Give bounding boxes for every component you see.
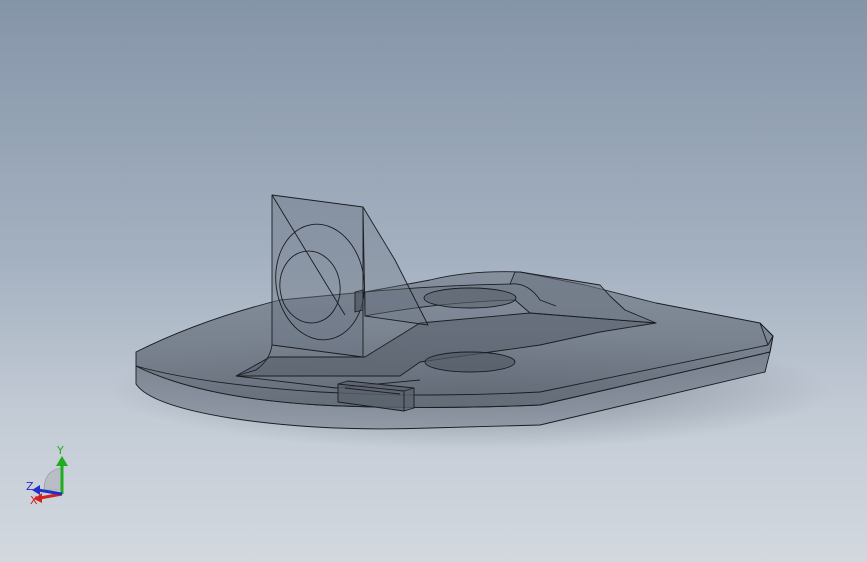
bracket-gusset — [362, 206, 429, 326]
rear-hole — [423, 287, 517, 309]
graphics-viewport[interactable]: Y Z X — [0, 0, 867, 562]
part-model[interactable] — [0, 0, 867, 562]
x-axis-label: X — [30, 494, 38, 507]
view-orientation-triad[interactable]: Y Z X — [22, 440, 82, 512]
z-axis-label: Z — [26, 480, 34, 493]
bracket-boss-side — [354, 289, 364, 313]
y-axis-label: Y — [56, 444, 64, 457]
y-axis-arrowhead — [56, 456, 68, 466]
triad-plane-quadrant — [43, 467, 63, 491]
bracket-plate — [271, 194, 364, 358]
lower-hole — [424, 351, 516, 373]
